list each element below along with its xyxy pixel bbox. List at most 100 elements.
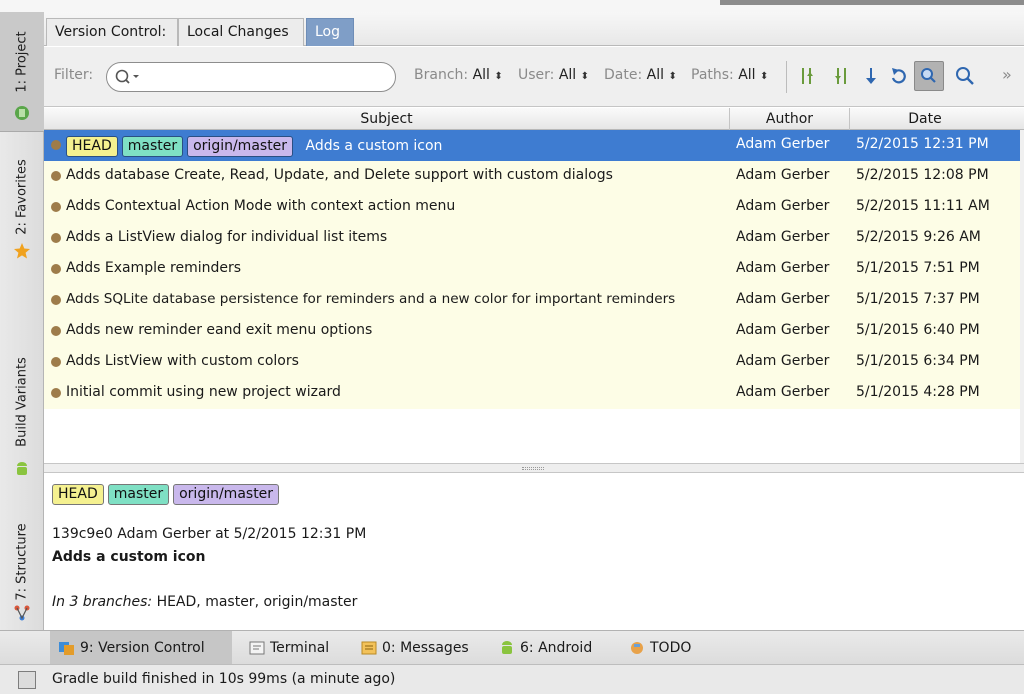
project-icon <box>15 106 29 120</box>
tool-button-android[interactable]: 6: Android <box>490 631 592 665</box>
row-author: Adam Gerber <box>736 167 830 183</box>
row-author: Adam Gerber <box>736 291 830 307</box>
top-strip-bar <box>720 0 1024 5</box>
terminal-icon <box>249 641 265 655</box>
refresh-icon[interactable] <box>888 65 910 87</box>
row-date: 5/2/2015 12:08 PM <box>856 167 989 183</box>
row-author: Adam Gerber <box>736 198 830 214</box>
row-author: Adam Gerber <box>736 229 830 245</box>
table-row[interactable]: Initial commit using new project wizard … <box>44 378 1020 409</box>
date-filter-value: All <box>646 67 664 83</box>
row-author: Adam Gerber <box>736 136 830 152</box>
table-row[interactable]: HEAD master origin/master Adds a custom ic… <box>44 130 1020 161</box>
ref-label-head: HEAD <box>66 136 118 157</box>
commit-graph-node <box>51 295 61 305</box>
search-icon[interactable] <box>114 68 142 86</box>
star-icon <box>14 243 30 259</box>
table-scrollbar[interactable] <box>1020 130 1024 463</box>
ref-label-origin-master: origin/master <box>173 484 280 505</box>
row-date: 5/1/2015 7:37 PM <box>856 291 980 307</box>
highlight-toggle-button[interactable] <box>914 61 944 91</box>
table-row[interactable]: Adds a ListView dialog for individual li… <box>44 223 1020 254</box>
row-subject: Initial commit using new project wizard <box>66 384 341 400</box>
commit-details-panel: HEAD master origin/master 139c9e0 Adam Ger… <box>44 474 1024 630</box>
user-filter-label: User: <box>518 67 555 83</box>
stripe-favorites-button[interactable]: 2: Favorites <box>0 137 44 272</box>
table-row[interactable]: Adds new reminder eand exit menu options… <box>44 316 1020 347</box>
stripe-project-label: 1: Project <box>14 31 30 93</box>
column-header-date[interactable]: Date <box>850 108 1000 130</box>
chevron-updown-icon: ⬍ <box>760 71 769 82</box>
stripe-build-variants-label: Build Variants <box>14 357 30 447</box>
log-filter-toolbar: Filter: Branch: All ⬍ User: All ⬍ Date: … <box>44 47 1024 107</box>
highlight-search-icon <box>921 68 936 83</box>
table-row[interactable]: Adds Example reminders Adam Gerber 5/1/2… <box>44 254 1020 285</box>
branches-label: In 3 branches: <box>52 594 153 610</box>
tool-label-todo: TODO <box>650 640 692 656</box>
filter-input[interactable] <box>147 67 387 87</box>
arrow-down-icon[interactable] <box>860 65 882 87</box>
tool-button-terminal[interactable]: Terminal <box>240 631 329 665</box>
details-splitter[interactable] <box>44 463 1024 473</box>
toolbar-overflow-button[interactable]: » <box>1002 65 1012 84</box>
chevron-updown-icon: ⬍ <box>494 71 503 82</box>
paths-filter[interactable]: Paths: All ⬍ <box>691 67 768 83</box>
ref-label-master: master <box>121 136 184 157</box>
android-icon <box>17 462 27 475</box>
commit-graph-node <box>51 171 61 181</box>
table-header: Subject Author Date <box>44 108 1024 130</box>
bottom-tool-window-bar: 9: Version Control Terminal 0: Messages … <box>0 630 1024 665</box>
tool-button-messages[interactable]: 0: Messages <box>352 631 469 665</box>
row-subject: Adds new reminder eand exit menu options <box>66 322 373 338</box>
row-subject: Adds Example reminders <box>66 260 242 276</box>
tool-label-version-control: 9: Version Control <box>80 640 205 656</box>
stripe-project-button[interactable]: 1: Project <box>0 12 44 132</box>
expand-branches-icon[interactable] <box>831 65 853 87</box>
paths-filter-value: All <box>738 67 756 83</box>
stripe-build-variants-button[interactable]: Build Variants <box>0 332 44 487</box>
user-filter[interactable]: User: All ⬍ <box>518 67 589 83</box>
tool-windows-toggle-button[interactable] <box>18 671 36 689</box>
date-filter-label: Date: <box>604 67 643 83</box>
tab-log[interactable]: Log <box>306 18 354 46</box>
tab-local-changes[interactable]: Local Changes <box>178 18 304 46</box>
status-message: Gradle build finished in 10s 99ms (a min… <box>52 671 396 687</box>
left-tool-stripe: 1: Project 2: Favorites Build Variants 7… <box>0 12 44 630</box>
row-subject: Adds ListView with custom colors <box>66 353 299 369</box>
table-row[interactable]: Adds SQLite database persistence for rem… <box>44 285 1020 316</box>
stripe-favorites-label: 2: Favorites <box>14 159 30 235</box>
window-top-strip <box>0 0 1024 12</box>
splitter-grip[interactable] <box>522 467 544 470</box>
date-filter[interactable]: Date: All ⬍ <box>604 67 677 83</box>
row-date: 5/2/2015 9:26 AM <box>856 229 981 245</box>
tool-button-version-control[interactable]: 9: Version Control <box>50 631 232 665</box>
column-header-author[interactable]: Author <box>730 108 850 130</box>
tool-button-todo[interactable]: TODO <box>620 631 691 665</box>
filter-search-box[interactable] <box>106 62 396 92</box>
paths-filter-label: Paths: <box>691 67 734 83</box>
commit-graph-node <box>51 264 61 274</box>
chevron-updown-icon: ⬍ <box>668 71 677 82</box>
table-row[interactable]: Adds database Create, Read, Update, and … <box>44 161 1020 192</box>
row-subject: HEAD master origin/master Adds a custom ic… <box>66 136 442 157</box>
collapse-linear-branches-icon[interactable] <box>796 65 818 87</box>
commit-log-table: Subject Author Date HEAD master origin/mas… <box>44 108 1024 463</box>
table-row[interactable]: Adds Contextual Action Mode with context… <box>44 192 1020 223</box>
row-date: 5/2/2015 11:11 AM <box>856 198 990 214</box>
user-filter-value: All <box>558 67 577 83</box>
row-subject-text: Adds a custom icon <box>305 138 443 154</box>
row-subject: Adds Contextual Action Mode with context… <box>66 198 456 214</box>
structure-icon <box>14 605 30 621</box>
commit-message: Adds a custom icon <box>52 549 206 565</box>
chevron-updown-icon: ⬍ <box>580 71 590 82</box>
stripe-structure-button[interactable]: 7: Structure <box>0 502 44 627</box>
branch-filter[interactable]: Branch: All ⬍ <box>414 67 503 83</box>
column-header-subject[interactable]: Subject <box>44 108 730 130</box>
table-row[interactable]: Adds ListView with custom colors Adam Ge… <box>44 347 1020 378</box>
branch-filter-value: All <box>472 67 490 83</box>
commit-meta: 139c9e0 Adam Gerber at 5/2/2015 12:31 PM <box>52 526 367 542</box>
row-date: 5/1/2015 7:51 PM <box>856 260 980 276</box>
tool-label-terminal: Terminal <box>270 640 330 656</box>
zoom-search-icon[interactable] <box>954 65 976 87</box>
row-date: 5/1/2015 6:40 PM <box>856 322 980 338</box>
